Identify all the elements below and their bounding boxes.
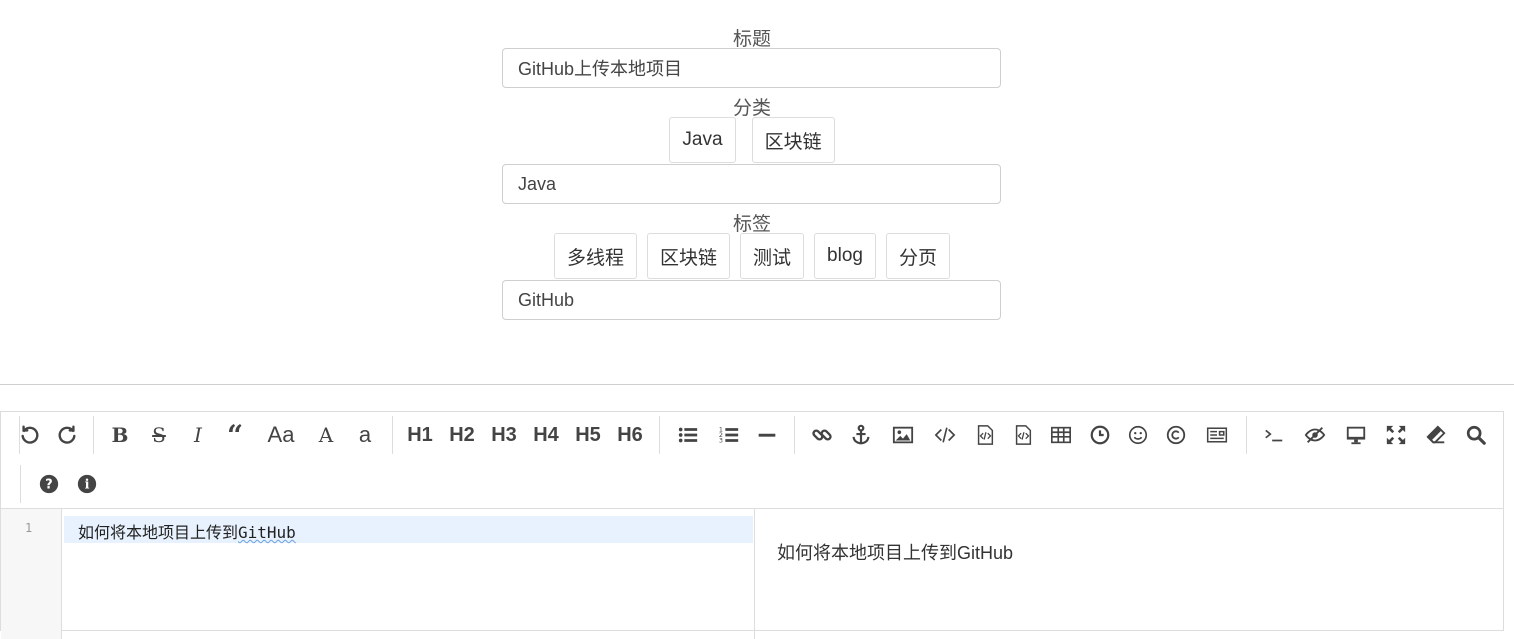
preview-icon[interactable] [1344,412,1368,458]
code-text-misspelled: GitHub [238,523,296,542]
title-case-icon[interactable]: A [315,412,337,458]
h5-button[interactable]: H5 [574,412,602,458]
strikethrough-icon[interactable]: S [148,412,170,458]
code-line[interactable]: 如何将本地项目上传到GitHub [78,519,296,543]
tags-label: 标签 [732,214,771,235]
datetime-icon[interactable] [1089,412,1111,458]
line-number: 1 [25,521,33,535]
image-icon[interactable] [891,412,915,458]
clear-icon[interactable] [1424,412,1448,458]
h4-button[interactable]: H4 [532,412,560,458]
emoji-icon[interactable] [1127,412,1149,458]
h3-button[interactable]: H3 [490,412,518,458]
preformatted-icon[interactable] [1012,412,1034,458]
toolbar-separator [20,465,21,503]
html-entities-icon[interactable] [1165,412,1187,458]
tag-chip[interactable]: 测试 [740,233,805,279]
preview-paragraph: 如何将本地项目上传到GitHub [777,543,1014,563]
info-icon[interactable]: i [76,461,98,507]
title-label: 标题 [732,29,771,50]
search-icon[interactable] [1465,412,1487,458]
tags-input[interactable] [502,280,1001,320]
code-text-plain: 如何将本地项目上传到 [78,523,239,542]
horizontal-rule-icon[interactable] [757,412,777,458]
inline-code-icon[interactable] [933,412,957,458]
title-input[interactable] [502,48,1001,88]
category-input[interactable] [502,164,1001,204]
section-divider [0,384,1514,385]
unordered-list-icon[interactable] [677,412,699,458]
uppercase-icon[interactable]: Aa [265,412,297,458]
watch-toggle-icon[interactable] [1303,412,1327,458]
tag-chip[interactable]: 多线程 [554,233,638,279]
link-icon[interactable] [811,412,833,458]
h2-button[interactable]: H2 [448,412,476,458]
toolbar-row-2: ? i [1,461,201,507]
tag-chip[interactable]: 区块链 [647,233,731,279]
svg-text:?: ? [45,478,52,493]
goto-line-icon[interactable] [1263,412,1285,458]
svg-text:3: 3 [719,436,723,444]
tag-chip[interactable]: blog [814,233,876,279]
toolbar-row-1: B S I “ Aa A a H1 H2 H3 H4 H5 H6 123 [1,412,1503,458]
category-chip[interactable]: Java [669,117,736,163]
ordered-list-icon[interactable]: 123 [718,412,740,458]
toolbar-separator [659,416,660,454]
tag-chip[interactable]: 分页 [885,233,950,279]
toolbar-separator [392,416,393,454]
quote-icon[interactable]: “ [224,412,246,458]
undo-icon[interactable] [19,412,41,458]
category-label: 分类 [732,98,771,119]
toolbar-separator [93,416,94,454]
svg-text:i: i [85,478,90,493]
markdown-input-pane[interactable]: 如何将本地项目上传到GitHub [62,509,754,639]
h1-button[interactable]: H1 [406,412,434,458]
lowercase-icon[interactable]: a [355,412,375,458]
editor-toolbar: B S I “ Aa A a H1 H2 H3 H4 H5 H6 123 ? i [1,412,1503,509]
category-chip[interactable]: 区块链 [751,117,835,163]
category-chip-list: Java 区块链 [0,117,1504,163]
markdown-editor: B S I “ Aa A a H1 H2 H3 H4 H5 H6 123 ? i… [0,411,1504,639]
markdown-preview-pane: 如何将本地项目上传到GitHub [754,509,1505,639]
tag-chip-list: 多线程 区块链 测试 blog 分页 [0,233,1504,279]
toolbar-separator [794,416,795,454]
h6-button[interactable]: H6 [616,412,644,458]
bold-icon[interactable]: B [109,412,131,458]
code-block-icon[interactable] [974,412,996,458]
toolbar-separator [1246,416,1247,454]
italic-icon[interactable]: I [188,412,208,458]
table-icon[interactable] [1050,412,1072,458]
help-icon[interactable]: ? [38,461,60,507]
redo-icon[interactable] [56,412,78,458]
line-number-gutter: 1 [1,509,62,639]
anchor-icon[interactable] [850,412,872,458]
fullscreen-icon[interactable] [1385,412,1407,458]
pagebreak-icon[interactable] [1204,412,1230,458]
